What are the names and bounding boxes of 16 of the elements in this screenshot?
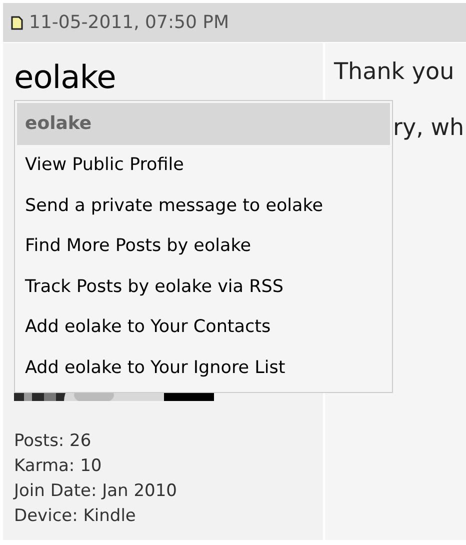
post-date: 11-05-2011, 07:50 PM — [29, 12, 230, 33]
user-stat: Device: Kindle — [14, 505, 137, 528]
username-link[interactable]: eolake — [14, 57, 116, 97]
menu-item[interactable]: Track Posts by eolake via RSS — [17, 266, 390, 307]
message-text: Thank you — [334, 58, 454, 87]
user-stat: Karma: 10 — [14, 455, 103, 478]
menu-item[interactable]: Add eolake to Your Ignore List — [17, 348, 390, 388]
menu-item[interactable]: Find More Posts by eolake — [17, 226, 390, 266]
user-stat: Posts: 26 — [14, 430, 92, 453]
menu-item[interactable]: View Public Profile — [17, 145, 390, 186]
user-stat: Join Date: Jan 2010 — [14, 480, 177, 503]
menu-title: eolake — [17, 103, 390, 145]
menu-item[interactable]: Send a private message to eolake — [17, 186, 390, 226]
message-text: ry, wh — [393, 115, 464, 141]
menu-item[interactable]: Add eolake to Your Contacts — [17, 307, 390, 348]
document-icon — [11, 16, 23, 30]
